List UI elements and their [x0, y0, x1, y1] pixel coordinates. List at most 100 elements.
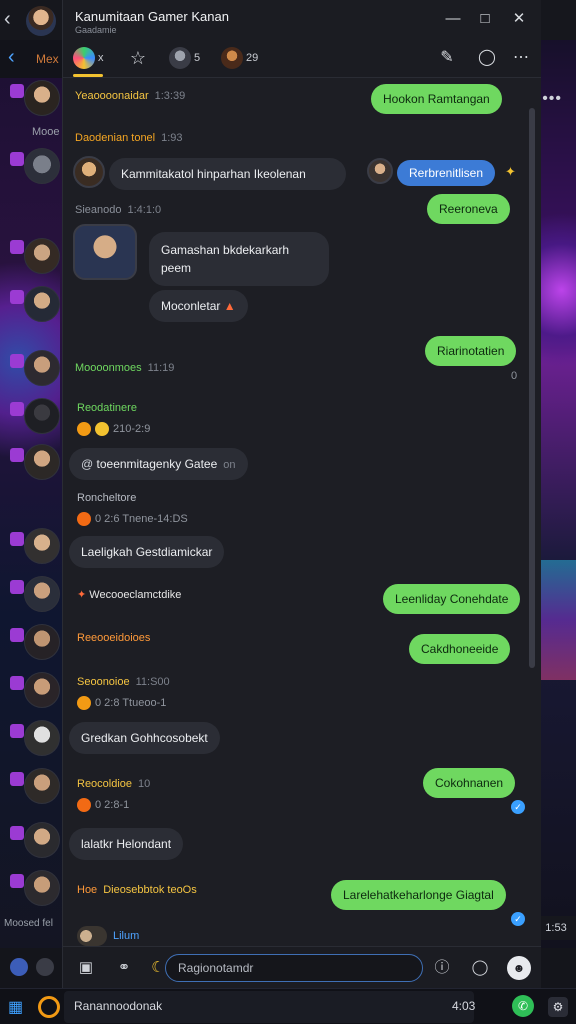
chat-window: Kanumitaan Gamer Kanan Gaadamie — □ ✕ x … [62, 0, 541, 988]
settings-icon[interactable]: ⚙ [548, 997, 568, 1017]
badge [10, 290, 24, 304]
tab-contact[interactable]: 5 [169, 44, 200, 72]
badge [10, 84, 24, 98]
reaction-row: 0 2:6 Tnene-14:DS [77, 512, 188, 526]
outer-more-label: Mooe [32, 126, 60, 138]
outgoing-message[interactable]: Leenliday Conehdate [383, 584, 521, 614]
window-title: Kanumitaan Gamer Kanan [75, 9, 229, 24]
badge [10, 240, 24, 254]
message-sender: Reeooeidoioes [77, 632, 151, 644]
badge [10, 448, 24, 462]
emoji-icon[interactable]: ☻ [507, 956, 531, 980]
windows-icon[interactable]: ▦ [8, 997, 28, 1017]
outgoing-message[interactable]: Cakdhoneeide [409, 634, 511, 664]
tab-active-indicator [73, 74, 103, 77]
window-titlebar: Kanumitaan Gamer Kanan Gaadamie — □ ✕ [63, 0, 541, 38]
mention-chip[interactable]: Rerbrenitlisen [397, 160, 496, 186]
reaction-icon[interactable] [77, 512, 91, 526]
badge [10, 874, 24, 888]
close-icon[interactable]: ✕ [507, 7, 531, 31]
message-input[interactable]: Ragionotamdr [165, 954, 423, 982]
avatar [77, 926, 107, 946]
message-sender: Sieanodo 1:4:1:0 [75, 204, 162, 216]
tab-starred[interactable]: ☆ [127, 44, 152, 72]
outgoing-message[interactable]: Cokohnanen [423, 768, 516, 798]
link-icon[interactable]: ⚭ [113, 957, 135, 979]
image-icon[interactable] [36, 958, 54, 976]
incoming-message[interactable]: Laeligkah Gestdiamickar [69, 536, 225, 568]
avatar[interactable] [24, 444, 60, 480]
chevron-left-icon[interactable]: ‹ [8, 46, 15, 69]
gif-icon[interactable]: ◯ [469, 957, 491, 979]
minimize-icon[interactable]: — [441, 7, 465, 31]
outgoing-message[interactable]: Larelehatkeharlonge Giagtal [331, 880, 506, 910]
avatar[interactable] [24, 768, 60, 804]
reaction-icon[interactable] [95, 422, 109, 436]
incoming-message[interactable]: Gamashan bkdekarkarh peem [149, 232, 329, 286]
pin-icon[interactable]: ✎ [435, 46, 459, 70]
outgoing-message[interactable]: Riarinotatien [425, 336, 517, 366]
avatar[interactable] [24, 576, 60, 612]
back-icon[interactable]: ‹ [4, 8, 24, 32]
outgoing-message[interactable]: Reeroneva [427, 194, 510, 224]
incoming-message[interactable]: Moconletar ▲ [149, 290, 248, 322]
tab-contact[interactable]: 29 [221, 44, 258, 72]
message-sender: Reocoldioe 10 [77, 778, 151, 790]
message-list[interactable]: Yeaoooonaidar 1:3:39 Hookon Ramtangan Dao… [63, 78, 541, 946]
avatar[interactable] [24, 286, 60, 322]
avatar[interactable] [24, 672, 60, 708]
incoming-message[interactable]: @ toeenmitagenky Gatee on [69, 448, 248, 480]
read-receipt-icon: ✓ [511, 800, 525, 814]
taskbar-search[interactable]: Ranannoodonak [64, 991, 474, 1023]
message-sender: Moooonmoes 11:19 [75, 362, 175, 374]
outgoing-message[interactable]: Hookon Ramtangan [371, 84, 502, 114]
sparkle-icon: ✦ [505, 164, 516, 179]
badge [10, 772, 24, 786]
message-sender: Reodatinere [77, 402, 137, 414]
reaction-icon[interactable] [77, 422, 91, 436]
neon-light [540, 560, 576, 680]
avatar[interactable] [24, 720, 60, 756]
incoming-message[interactable]: Gredkan Gohhcosobekt [69, 722, 220, 754]
avatar[interactable] [24, 624, 60, 660]
avatar[interactable] [26, 6, 56, 36]
incoming-message[interactable]: Kammitakatol hinparhan Ikeolenan [109, 158, 346, 190]
avatar-icon [221, 47, 243, 70]
reaction-icon[interactable] [77, 798, 91, 812]
avatar[interactable] [24, 148, 60, 184]
avatar[interactable] [24, 870, 60, 906]
scrollbar[interactable] [529, 108, 535, 668]
avatar[interactable] [24, 398, 60, 434]
bookmark-icon[interactable]: ◯ [475, 46, 499, 70]
at-icon: @ [81, 457, 94, 471]
outer-toolbar-right [536, 948, 576, 988]
badge [10, 724, 24, 738]
browser-icon[interactable] [38, 996, 60, 1018]
more-icon[interactable]: ••• [542, 90, 562, 108]
info-icon[interactable]: ⓘ [431, 957, 453, 979]
whatsapp-icon[interactable]: ✆ [512, 995, 534, 1017]
avatar[interactable] [24, 238, 60, 274]
maximize-icon[interactable]: □ [473, 7, 497, 31]
typing-indicator: Lilum [113, 930, 140, 942]
avatar[interactable] [24, 528, 60, 564]
avatar[interactable] [24, 350, 60, 386]
outer-footer-time: 1:53 [536, 916, 576, 940]
more-icon[interactable]: ⋯ [509, 46, 533, 70]
badge [10, 676, 24, 690]
neon-light [540, 190, 576, 390]
image-icon[interactable]: ▣ [75, 957, 97, 979]
avatar[interactable] [24, 822, 60, 858]
avatar[interactable] [73, 156, 105, 188]
incoming-message[interactable]: lalatkr Helondant [69, 828, 184, 860]
star-icon: ☆ [129, 48, 147, 69]
reaction-icon[interactable] [77, 696, 91, 710]
badge [10, 628, 24, 642]
tab-games[interactable]: x [73, 44, 104, 72]
avatar[interactable] [367, 158, 393, 184]
badge [10, 532, 24, 546]
avatar[interactable] [73, 224, 137, 280]
app-icon[interactable] [10, 958, 28, 976]
read-receipt-icon: ✓ [511, 912, 525, 926]
avatar[interactable] [24, 80, 60, 116]
